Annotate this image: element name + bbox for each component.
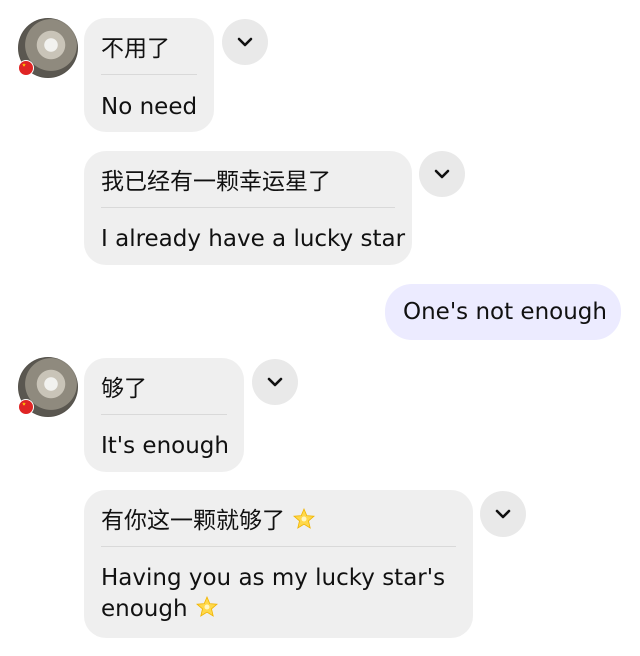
message-bubble[interactable]: 有你这一颗就够了 Having you as my lucky star's e… [84,490,473,638]
translation-toggle-button[interactable] [222,19,268,65]
sent-message-bubble[interactable]: One's not enough [385,284,621,340]
message-original-text: 不用了 [101,36,170,62]
divider [101,207,395,208]
chevron-down-icon [237,37,253,47]
translation-toggle-button[interactable] [480,491,526,537]
translation-line-2: enough [101,594,445,625]
avatar[interactable] [18,357,78,417]
message-original-text: 够了 [101,376,147,402]
message-translation-text: No need [101,94,198,120]
message-bubble[interactable]: 我已经有一颗幸运星了 I already have a lucky star [84,151,412,265]
message-original-text: 有你这一颗就够了 [101,506,316,536]
message-translation-text: Having you as my lucky star's enough [101,563,445,625]
chevron-down-icon [267,377,283,387]
glowing-star-icon [195,595,218,617]
divider [101,74,197,75]
message-translation-text: I already have a lucky star [101,226,406,252]
message-original-text: 我已经有一颗幸运星了 [101,169,331,195]
chevron-down-icon [495,509,511,519]
china-flag-icon [18,60,34,76]
divider [101,414,227,415]
message-original-label: 有你这一颗就够了 [101,508,285,534]
avatar[interactable] [18,18,78,78]
translation-toggle-button[interactable] [419,151,465,197]
divider [101,546,456,547]
message-bubble[interactable]: 够了 It's enough [84,358,244,472]
message-bubble[interactable]: 不用了 No need [84,18,214,132]
translation-line-2-text: enough [101,596,188,622]
message-translation-text: It's enough [101,433,229,459]
china-flag-icon [18,399,34,415]
translation-line-1: Having you as my lucky star's [101,565,446,591]
translation-toggle-button[interactable] [252,359,298,405]
glowing-star-icon [293,507,316,529]
sent-message-text: One's not enough [403,299,607,325]
chevron-down-icon [434,169,450,179]
